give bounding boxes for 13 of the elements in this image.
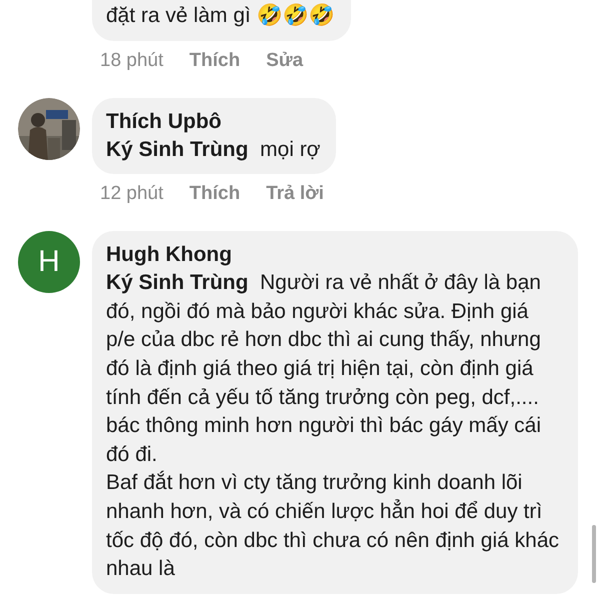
comment-text: Ký Sinh Trùng mọi rợ bbox=[106, 136, 320, 163]
comment-time: 12 phút bbox=[100, 183, 164, 206]
comment-action-link[interactable]: Trả lời bbox=[266, 183, 324, 206]
comment-action-link[interactable]: Sửa bbox=[266, 50, 304, 72]
avatar[interactable]: H bbox=[18, 231, 80, 294]
comment-action-link[interactable]: Thích bbox=[189, 183, 240, 206]
comment-text: đặt ra vẻ làm gì 🤣🤣🤣 bbox=[106, 2, 335, 29]
comment-text: Ký Sinh Trùng Người ra vẻ nhất ở đây là bạn đó, ngồi đó mà bảo người khác sửa. Định giá p/e của dbc rẻ hơn dbc thì ai cung thấy, nhưng đó là định giá theo giá trị hiện tại, còn định giá tính đến cả yếu tố tăng trưởng còn peg, dcf,.... bác thông minh hơn người thì bác gáy mấy cái đó đi. Baf đắt hơn vì cty tăng trưởng kinh doanh lõi nhanh hơn, và có chiến lược hẳn hoi để duy trì tốc độ đó, còn dbc thì chưa có nên định giá khác nhau là bbox=[106, 270, 560, 582]
comment-action-link[interactable]: Thích bbox=[189, 50, 240, 72]
author-name[interactable]: Thích Upbô bbox=[106, 108, 320, 136]
author-name[interactable]: Hugh Khong bbox=[106, 241, 562, 270]
scrollbar[interactable] bbox=[592, 525, 596, 583]
comment-time: 18 phút bbox=[100, 50, 164, 72]
